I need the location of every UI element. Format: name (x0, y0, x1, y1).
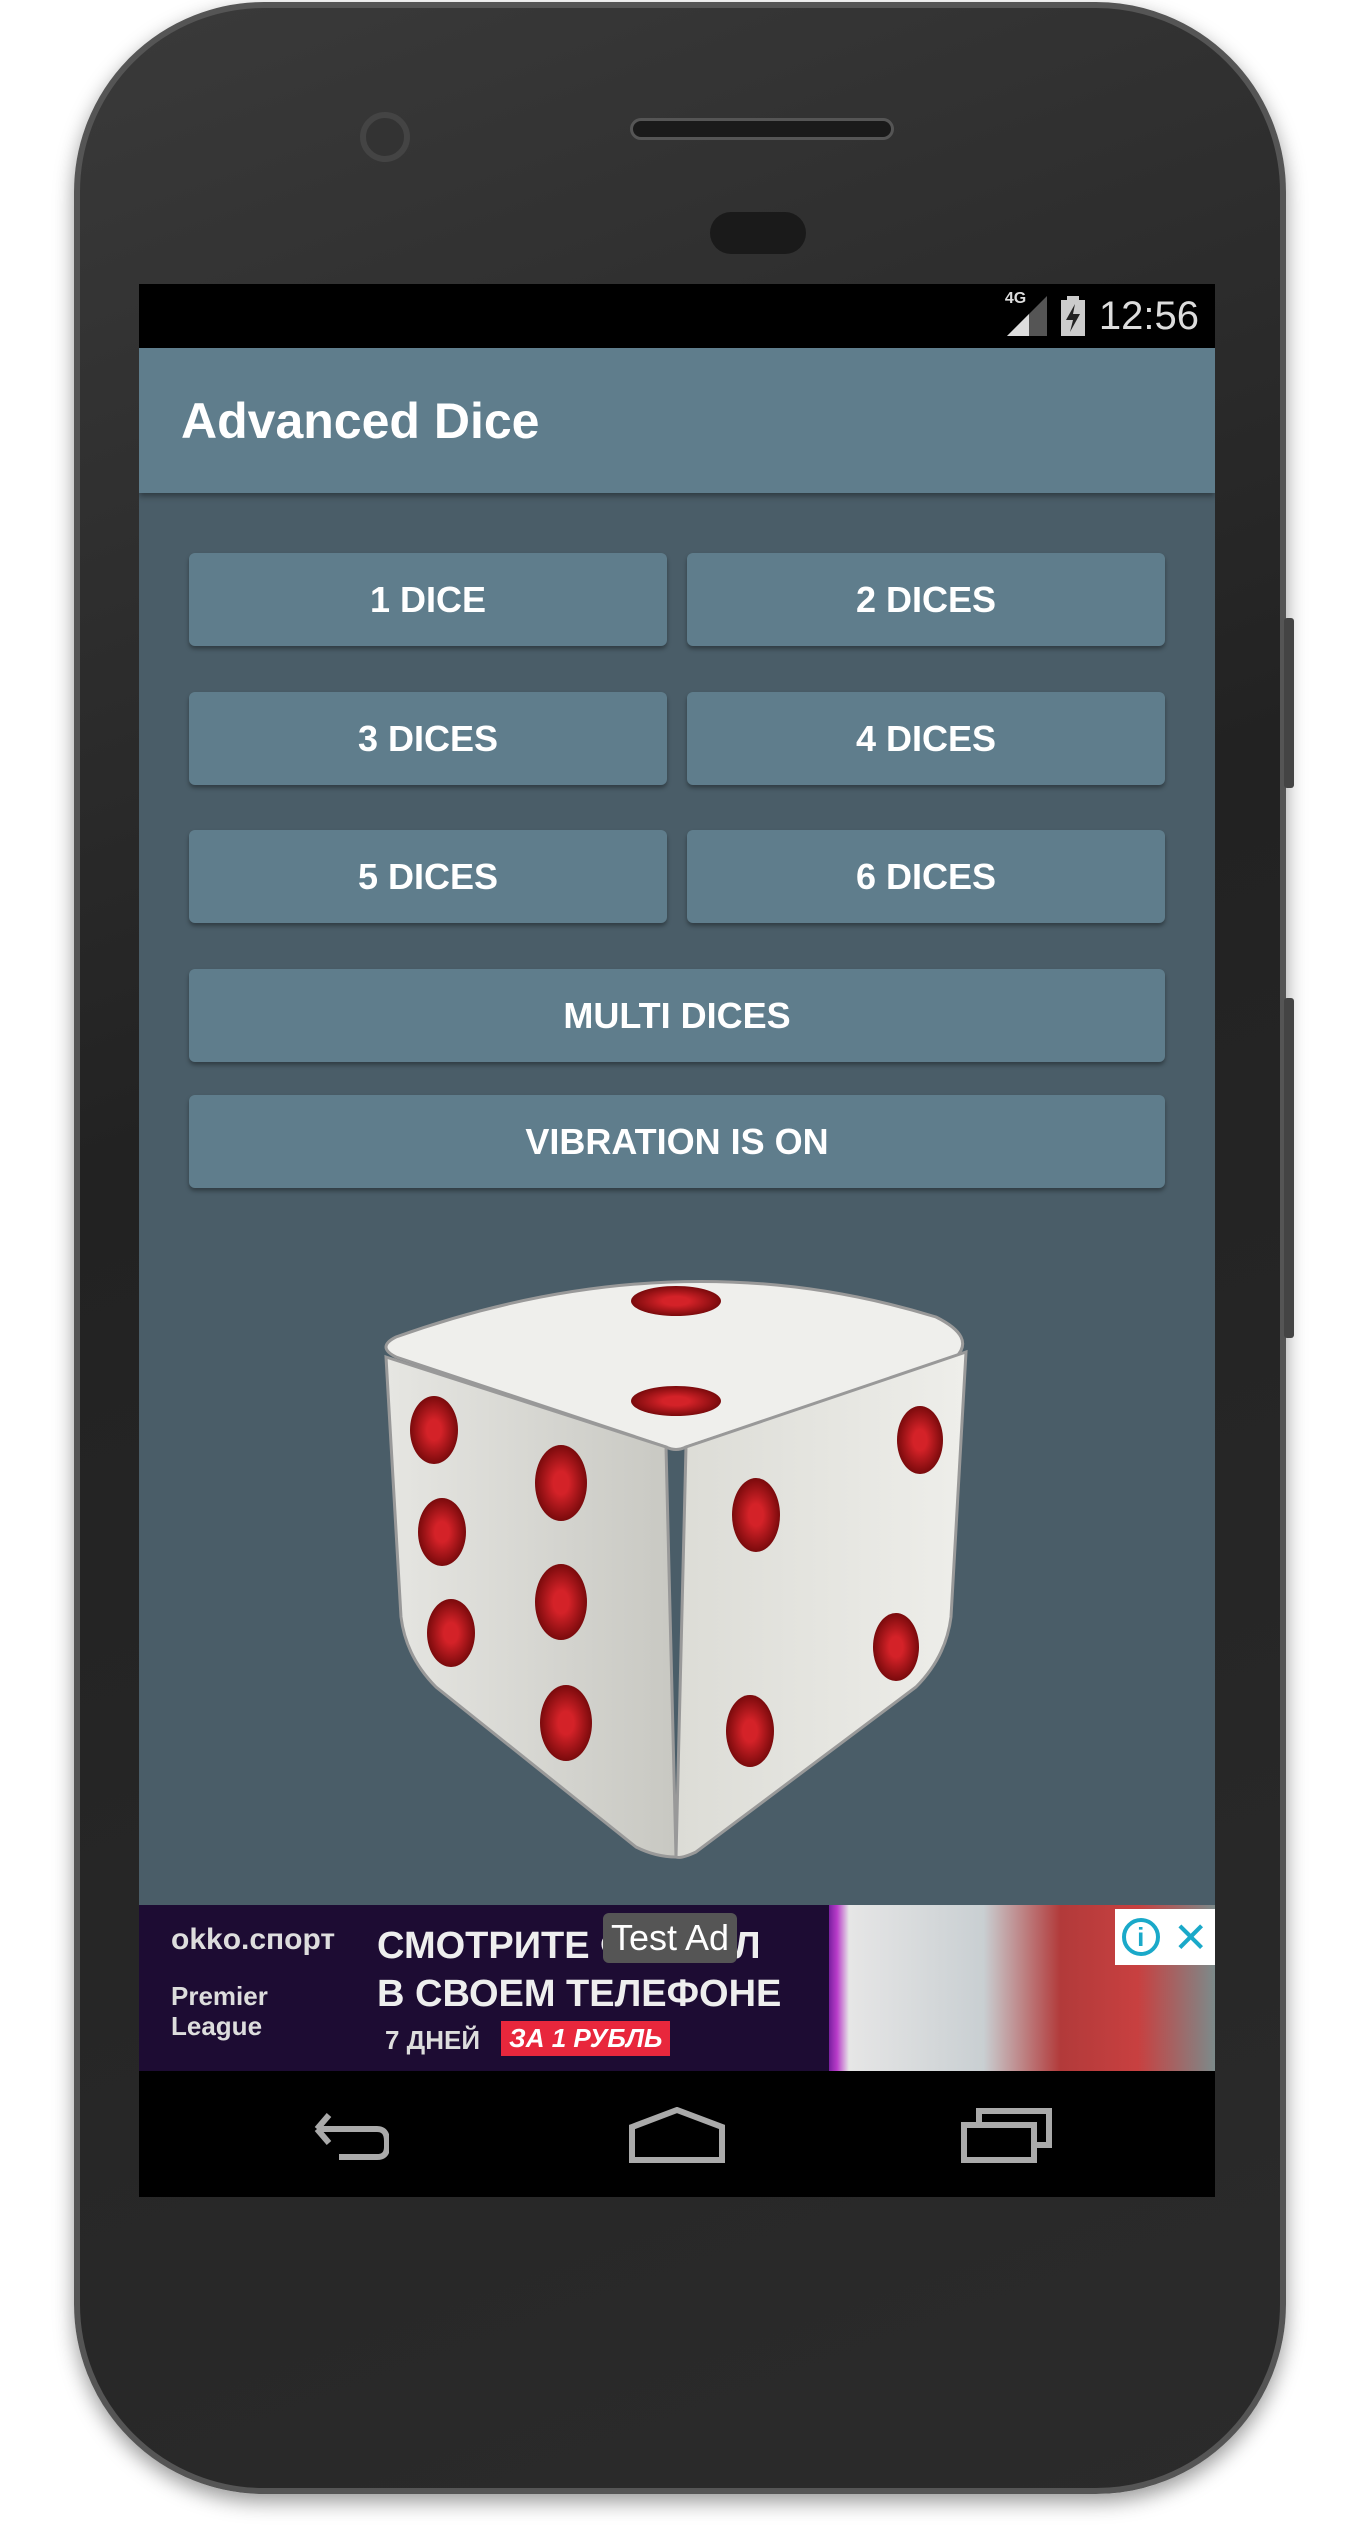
one-dice-button[interactable]: 1 DICE (189, 553, 667, 646)
ad-info-icon[interactable]: i (1121, 1918, 1160, 1956)
ad-controls: i ✕ (1115, 1909, 1215, 1965)
screen: 4G 12:56 Advanced Dice 1 DICE 2 DICES 3 … (139, 284, 1215, 2197)
ad-close-icon[interactable]: ✕ (1173, 1913, 1208, 1962)
volume-button (1284, 618, 1294, 788)
dice-image[interactable] (376, 1257, 978, 1862)
home-icon[interactable] (629, 2107, 725, 2163)
pip (631, 1286, 721, 1316)
ad-test-label: Test Ad (603, 1913, 738, 1963)
pip (427, 1599, 475, 1667)
five-dices-button[interactable]: 5 DICES (189, 830, 667, 923)
pip (726, 1695, 774, 1767)
pip (897, 1406, 943, 1474)
pip (418, 1498, 466, 1566)
battery-charging-icon (1060, 296, 1085, 336)
app-title: Advanced Dice (181, 392, 540, 449)
pip (732, 1478, 780, 1552)
earpiece (630, 118, 894, 140)
four-dices-button[interactable]: 4 DICES (687, 692, 1165, 785)
vibration-toggle-button[interactable]: VIBRATION IS ON (189, 1095, 1165, 1188)
pip (410, 1396, 458, 1464)
pip (631, 1386, 721, 1416)
ad-brand: okko.спорт (171, 1923, 336, 1956)
sensor (710, 212, 806, 254)
pip (535, 1564, 587, 1640)
multi-dices-button[interactable]: MULTI DICES (189, 969, 1165, 1062)
power-button (1284, 998, 1294, 1338)
ad-banner[interactable]: okko.спорт Premier League СМОТРИТЕ ФУТБО… (139, 1905, 1215, 2071)
six-dices-button[interactable]: 6 DICES (687, 830, 1165, 923)
pip (540, 1685, 592, 1761)
recents-icon[interactable] (961, 2107, 1053, 2163)
app-bar: Advanced Dice (139, 348, 1215, 493)
clock: 12:56 (1098, 293, 1199, 338)
three-dices-button[interactable]: 3 DICES (189, 692, 667, 785)
network-signal-icon: 4G (1005, 290, 1047, 336)
ad-price: ЗА 1 РУБЛЬ (501, 2021, 671, 2056)
pip (535, 1445, 587, 1521)
status-bar: 4G 12:56 (139, 284, 1215, 348)
two-dices-button[interactable]: 2 DICES (687, 553, 1165, 646)
navigation-bar (139, 2071, 1215, 2197)
front-camera (360, 112, 410, 162)
ad-headline-2: В СВОЕМ ТЕЛЕФОНЕ (377, 1973, 782, 2015)
pip (873, 1613, 919, 1681)
back-icon[interactable] (299, 2111, 389, 2161)
ad-league: Premier League (171, 1981, 268, 2041)
ad-days: 7 ДНЕЙ (385, 2025, 481, 2055)
network-type: 4G (1004, 290, 1027, 307)
